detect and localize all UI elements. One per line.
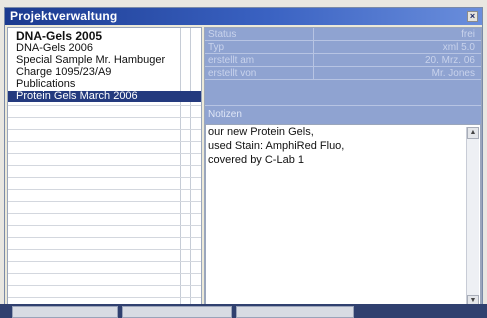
list-rule (8, 249, 201, 250)
arrow-down-icon: ▼ (469, 297, 477, 304)
list-rule (8, 129, 201, 130)
property-row-created-by: erstellt von Mr. Jones (205, 67, 481, 80)
project-item-selected[interactable]: Protein Gels March 2006 (8, 91, 201, 102)
bottom-tab-strip (0, 304, 487, 318)
property-row-status: Status frei (205, 28, 481, 41)
project-list[interactable]: DNA-Gels 2005 DNA-Gels 2006 Special Samp… (7, 27, 202, 311)
list-rule (8, 273, 201, 274)
property-value: 20. Mrz. 06 (424, 55, 475, 66)
notes-scrollbar[interactable]: ▲ ▼ (466, 127, 479, 307)
notes-line: used Stain: AmphiRed Fluo, (208, 140, 345, 152)
property-row-type: Typ xml 5.0 (205, 41, 481, 54)
project-item[interactable]: DNA-Gels 2005 (8, 30, 201, 42)
list-rule (8, 285, 201, 286)
list-rule (8, 297, 201, 298)
list-rule (8, 189, 201, 190)
list-rule (8, 201, 201, 202)
list-rule (8, 213, 201, 214)
notes-textarea[interactable]: our new Protein Gels, used Stain: AmphiR… (205, 124, 481, 310)
list-rule (8, 153, 201, 154)
project-item[interactable]: DNA-Gels 2006 (8, 43, 201, 54)
property-divider (313, 41, 314, 54)
property-divider (313, 54, 314, 67)
property-label: erstellt am (208, 55, 255, 66)
project-item[interactable]: Special Sample Mr. Hambuger (8, 55, 201, 66)
bottom-tab[interactable] (12, 306, 118, 318)
property-spacer (205, 80, 481, 106)
property-label: erstellt von (208, 68, 257, 79)
list-rule (8, 261, 201, 262)
project-window: Projektverwaltung × DNA-Gels 2005 DNA-Ge… (4, 7, 483, 318)
list-rule (8, 141, 201, 142)
project-item[interactable]: Publications (8, 79, 201, 90)
property-value: frei (461, 29, 475, 40)
window-title: Projektverwaltung (10, 9, 118, 23)
property-label: Status (208, 29, 237, 40)
detail-panel: Status frei Typ xml 5.0 erstellt am 20. … (204, 27, 482, 311)
list-rule (8, 105, 201, 106)
property-label: Typ (208, 42, 225, 53)
property-divider (313, 28, 314, 41)
property-divider (313, 67, 314, 80)
property-value: xml 5.0 (442, 42, 475, 53)
title-bar[interactable]: Projektverwaltung × (5, 8, 482, 25)
notes-line: covered by C-Lab 1 (208, 154, 304, 166)
arrow-up-icon: ▲ (469, 129, 477, 136)
notes-line: our new Protein Gels, (208, 126, 314, 138)
list-rule (8, 117, 201, 118)
list-rule (8, 237, 201, 238)
list-rule (8, 177, 201, 178)
notes-header: Notizen (205, 106, 481, 124)
property-row-created-on: erstellt am 20. Mrz. 06 (205, 54, 481, 67)
property-value: Mr. Jones (431, 68, 475, 79)
notes-label: Notizen (208, 109, 242, 120)
scroll-up-button[interactable]: ▲ (467, 127, 479, 139)
list-rule (8, 165, 201, 166)
bottom-tab[interactable] (122, 306, 232, 318)
close-icon: × (469, 11, 476, 21)
bottom-tab[interactable] (236, 306, 354, 318)
project-item[interactable]: Charge 1095/23/A9 (8, 67, 201, 78)
close-button[interactable]: × (467, 11, 478, 22)
list-rule (8, 225, 201, 226)
